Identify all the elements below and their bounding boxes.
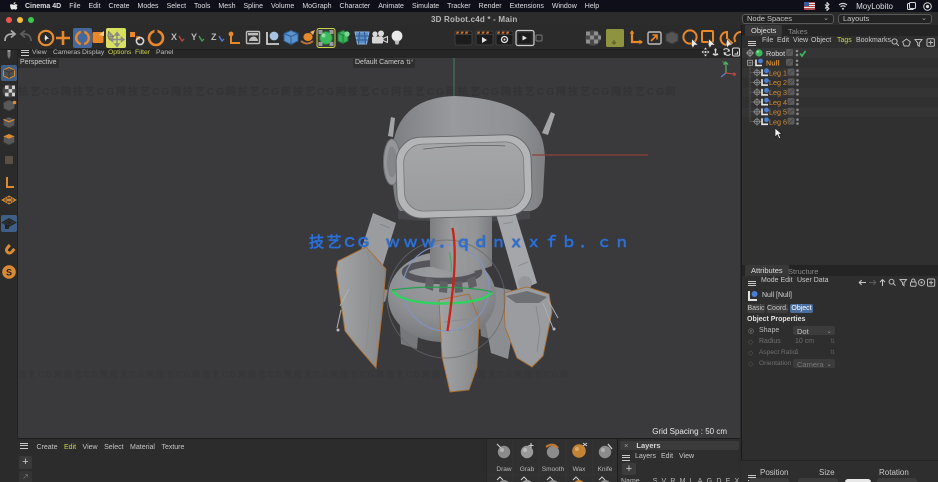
svg-text:Knife: Knife bbox=[598, 466, 613, 473]
svg-text:Y: Y bbox=[722, 61, 726, 67]
svg-text:S: S bbox=[6, 268, 12, 278]
svg-text:Wax: Wax bbox=[573, 466, 587, 473]
svg-text:Y: Y bbox=[191, 32, 197, 42]
svg-text:Leg 1: Leg 1 bbox=[769, 68, 787, 77]
svg-text:Leg 4: Leg 4 bbox=[769, 98, 787, 107]
svg-text:Null: Null bbox=[766, 59, 780, 68]
svg-text:Robot: Robot bbox=[766, 49, 785, 58]
svg-text:Leg 5: Leg 5 bbox=[769, 108, 787, 117]
svg-text:Grab: Grab bbox=[520, 466, 535, 473]
svg-text:Leg 3: Leg 3 bbox=[769, 88, 787, 97]
svg-text:Smooth: Smooth bbox=[542, 466, 565, 473]
svg-text:Z: Z bbox=[211, 32, 217, 42]
svg-text:Draw: Draw bbox=[496, 466, 511, 473]
svg-text:Leg 2: Leg 2 bbox=[769, 78, 787, 87]
svg-text:Leg 6: Leg 6 bbox=[769, 117, 787, 126]
svg-text:X: X bbox=[171, 32, 177, 42]
